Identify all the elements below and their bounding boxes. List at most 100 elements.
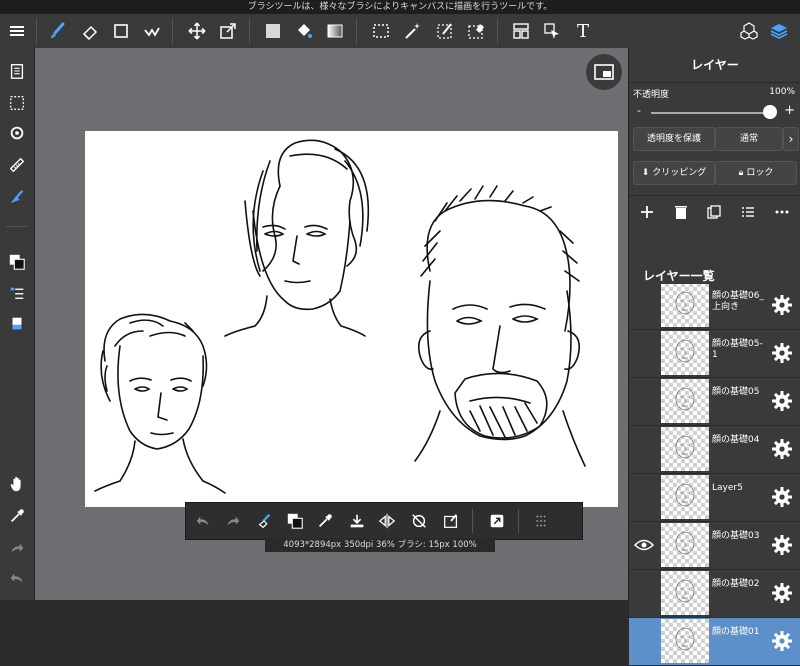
opacity-row: 不透明度 100% — [629, 87, 800, 101]
layer-item[interactable]: Layer5 — [629, 474, 800, 522]
eyedropper-icon[interactable] — [2, 501, 32, 531]
color-swap-icon[interactable] — [280, 506, 310, 536]
layer-thumbnail — [661, 331, 709, 375]
clipping-button[interactable]: ⬇ クリッピング — [633, 161, 715, 185]
fullscreen-icon[interactable] — [482, 506, 512, 536]
select-icon[interactable] — [366, 16, 396, 46]
layer-name: 顔の基礎04 — [712, 435, 760, 445]
gear-icon[interactable] — [771, 486, 793, 508]
visibility-toggle[interactable] — [631, 438, 657, 460]
selection-icon[interactable] — [2, 88, 32, 118]
undo-icon[interactable] — [2, 563, 32, 593]
transform-icon[interactable] — [213, 16, 243, 46]
layer-item[interactable]: 顔の基礎03 — [629, 522, 800, 570]
selection-icon[interactable] — [436, 506, 466, 536]
opacity-decrease-button[interactable]: - — [637, 104, 641, 117]
brush-eraser-icon[interactable] — [250, 506, 280, 536]
square-icon[interactable] — [106, 16, 136, 46]
redo-icon[interactable] — [218, 506, 248, 536]
duplicate-layer-icon[interactable] — [702, 200, 726, 224]
save-icon[interactable] — [342, 506, 372, 536]
more-options-icon[interactable] — [770, 200, 794, 224]
menu-icon[interactable] — [2, 16, 32, 46]
layer-name: 顔の基礎05-1 — [712, 339, 763, 360]
grid-icon[interactable] — [526, 506, 556, 536]
layer-list: 顔の基礎06_上向き 顔の基礎05-1 顔の基礎05 顔の基礎04 Layer5 顔の基礎… — [629, 282, 800, 666]
snap-icon[interactable] — [2, 118, 32, 148]
brush-list-icon[interactable] — [2, 279, 32, 309]
text-icon[interactable]: T — [568, 16, 598, 46]
protect-alpha-button[interactable]: 透明度を保護 — [633, 127, 715, 151]
delete-layer-icon[interactable] — [669, 200, 693, 224]
select-eraser-icon[interactable] — [461, 16, 491, 46]
fill-triangle-icon[interactable] — [2, 182, 32, 212]
magic-wand-icon[interactable] — [397, 16, 427, 46]
bucket-icon[interactable] — [289, 16, 319, 46]
hand-icon[interactable] — [2, 469, 32, 499]
slider-track[interactable] — [651, 112, 769, 114]
drawing-canvas[interactable] — [85, 131, 618, 507]
pointer-icon[interactable] — [537, 16, 567, 46]
layers-icon[interactable] — [764, 16, 794, 46]
lock-button[interactable]: 🔒︎ ロック — [715, 161, 797, 185]
3d-icon[interactable] — [734, 16, 764, 46]
layer-item[interactable]: 顔の基礎05-1 — [629, 330, 800, 378]
add-layer-icon[interactable] — [635, 200, 659, 224]
panel-title: レイヤー — [629, 48, 800, 83]
move-icon[interactable] — [182, 16, 212, 46]
gear-icon[interactable] — [771, 294, 793, 316]
visibility-toggle[interactable] — [631, 486, 657, 508]
gradient-icon[interactable] — [320, 16, 350, 46]
redo-icon[interactable] — [2, 533, 32, 563]
visibility-toggle[interactable] — [631, 582, 657, 604]
opacity-value: 100% — [769, 87, 795, 97]
slider-thumb[interactable] — [763, 105, 777, 119]
bottom-quick-toolbar — [185, 502, 583, 540]
visibility-toggle[interactable] — [631, 294, 657, 316]
face-sketches — [94, 139, 586, 494]
pages-icon[interactable] — [2, 56, 32, 86]
eyedropper-icon[interactable] — [310, 506, 340, 536]
flip-icon[interactable] — [372, 506, 402, 536]
tool-hint-bar: ブラシツールは、様々なブラシによりキャンバスに描画を行うツールです。 — [0, 0, 800, 14]
color-icon[interactable] — [2, 247, 32, 277]
layer-item[interactable]: 顔の基礎04 — [629, 426, 800, 474]
fill-color-icon[interactable] — [258, 16, 288, 46]
layer-list-icon[interactable] — [736, 200, 760, 224]
layer-thumbnail — [661, 571, 709, 615]
gear-icon[interactable] — [771, 630, 793, 652]
clipping-label: クリッピング — [652, 168, 707, 178]
opacity-increase-button[interactable]: + — [784, 103, 795, 118]
visibility-toggle[interactable] — [631, 390, 657, 412]
gear-icon[interactable] — [771, 534, 793, 556]
undo-icon[interactable] — [188, 506, 218, 536]
eraser-size-icon[interactable] — [2, 309, 32, 339]
visibility-toggle[interactable] — [631, 630, 657, 652]
layer-item[interactable]: 顔の基礎02 — [629, 570, 800, 618]
layer-thumbnail — [661, 427, 709, 471]
opacity-slider[interactable]: - + — [629, 101, 800, 123]
visibility-toggle[interactable] — [631, 342, 657, 364]
eye-icon[interactable] — [631, 534, 657, 556]
brush-icon[interactable] — [42, 16, 72, 46]
rotate-reset-icon[interactable] — [404, 506, 434, 536]
layer-thumbnail — [661, 523, 709, 567]
layer-item[interactable]: 顔の基礎05 — [629, 378, 800, 426]
top-toolbar: T — [0, 14, 800, 49]
gear-icon[interactable] — [771, 438, 793, 460]
eraser-icon[interactable] — [75, 16, 105, 46]
smudge-icon[interactable] — [137, 16, 167, 46]
ruler-icon[interactable] — [2, 150, 32, 180]
layer-thumbnail — [661, 619, 709, 663]
navigator-button[interactable] — [586, 54, 622, 90]
layout-icon[interactable] — [506, 16, 536, 46]
chevron-right-icon[interactable]: › — [783, 127, 799, 151]
blend-mode-button[interactable]: 通常 — [715, 127, 783, 151]
layer-item[interactable]: 顔の基礎06_上向き — [629, 282, 800, 330]
gear-icon[interactable] — [771, 582, 793, 604]
gear-icon[interactable] — [771, 342, 793, 364]
layer-item[interactable]: 顔の基礎01 — [629, 618, 800, 666]
layer-lock-row: ⬇ クリッピング 🔒︎ ロック — [629, 161, 800, 191]
select-pen-icon[interactable] — [430, 16, 460, 46]
gear-icon[interactable] — [771, 390, 793, 412]
